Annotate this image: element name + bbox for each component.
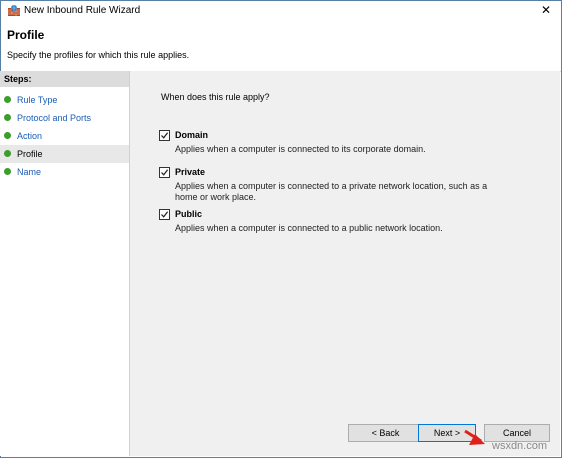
red-arrow-icon: [464, 429, 485, 445]
steps-heading: Steps:: [4, 74, 32, 84]
domain-checkbox[interactable]: [159, 130, 170, 141]
step-label: Protocol and Ports: [17, 113, 92, 123]
step-label: Profile: [17, 149, 43, 159]
step-complete-icon: [4, 96, 11, 103]
private-checkbox[interactable]: [159, 167, 170, 178]
window-title: New Inbound Rule Wizard: [24, 5, 141, 16]
wizard-header: Profile Specify the profiles for which t…: [1, 21, 561, 72]
private-label[interactable]: Private: [175, 167, 205, 177]
steps-heading-bar: Steps:: [0, 71, 129, 87]
public-checkbox[interactable]: [159, 209, 170, 220]
domain-label[interactable]: Domain: [175, 130, 208, 140]
checkmark-icon: [161, 132, 169, 139]
question-text: When does this rule apply?: [161, 92, 270, 102]
step-label: Name: [17, 167, 42, 177]
firewall-icon: [8, 5, 20, 16]
step-protocol-ports[interactable]: Protocol and Ports: [0, 109, 129, 127]
page-title: Profile: [7, 28, 45, 42]
back-button[interactable]: < Back: [348, 424, 423, 442]
close-icon[interactable]: ✕: [539, 3, 553, 17]
content-pane: When does this rule apply? Domain Applie…: [130, 71, 560, 456]
step-rule-type[interactable]: Rule Type: [0, 91, 129, 109]
checkmark-icon: [161, 169, 169, 176]
step-profile[interactable]: Profile: [0, 145, 129, 163]
checkmark-icon: [161, 211, 169, 218]
private-description: Applies when a computer is connected to …: [175, 181, 488, 202]
public-label[interactable]: Public: [175, 209, 202, 219]
steps-panel: Steps: Rule Type Protocol and Ports Acti…: [0, 71, 130, 456]
step-action[interactable]: Action: [0, 127, 129, 145]
step-pending-icon: [4, 168, 11, 175]
step-name[interactable]: Name: [0, 163, 129, 181]
step-label: Action: [17, 131, 43, 141]
step-complete-icon: [4, 132, 11, 139]
step-current-icon: [4, 150, 11, 157]
watermark: wsxdn.com: [492, 440, 548, 452]
title-bar: New Inbound Rule Wizard ✕: [1, 1, 561, 21]
public-description: Applies when a computer is connected to …: [175, 223, 443, 233]
step-label: Rule Type: [17, 95, 58, 105]
page-subtitle: Specify the profiles for which this rule…: [7, 50, 190, 60]
step-complete-icon: [4, 114, 11, 121]
domain-description: Applies when a computer is connected to …: [175, 144, 426, 154]
